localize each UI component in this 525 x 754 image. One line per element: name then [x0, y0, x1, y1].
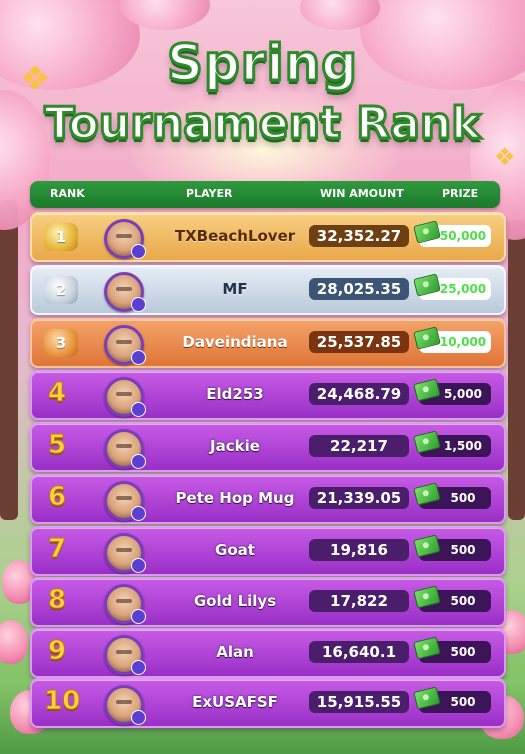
- rank-number: 5: [47, 430, 67, 461]
- tree-trunk-left: [0, 200, 18, 520]
- prize-badge: 500: [413, 534, 491, 561]
- rank-number: 7: [47, 534, 67, 565]
- prize-badge: 25,000: [413, 273, 491, 300]
- prize-value: 5,000: [444, 387, 482, 401]
- leaderboard-row[interactable]: 9 Alan 16,640.1 500: [30, 628, 506, 678]
- win-amount: 25,537.85: [309, 331, 409, 353]
- leaderboard-row[interactable]: 7 Goat 19,816 500: [30, 526, 506, 576]
- win-amount: 22,217: [309, 435, 409, 457]
- prize-badge: 500: [413, 585, 491, 612]
- win-amount: 17,822: [309, 590, 409, 612]
- avatar[interactable]: [104, 219, 146, 259]
- player-name: Gold Lilys: [193, 592, 277, 610]
- vip-badge-icon: [131, 710, 146, 725]
- tulip-flower: [0, 620, 28, 664]
- player-name: Eld253: [206, 385, 264, 403]
- rank-number: 2: [55, 281, 67, 299]
- rank-number: 4: [47, 378, 67, 409]
- prize-value: 10,000: [439, 335, 487, 349]
- avatar[interactable]: [104, 584, 146, 624]
- vip-badge-icon: [131, 506, 146, 521]
- prize-value: 25,000: [439, 282, 487, 296]
- win-amount: 32,352.27: [309, 225, 409, 247]
- leaderboard-header: RANK PLAYER WIN AMOUNT PRIZE: [30, 181, 500, 208]
- prize-badge: 1,500: [413, 430, 491, 457]
- vip-badge-icon: [131, 609, 146, 624]
- win-amount: 16,640.1: [309, 641, 409, 663]
- title-line-2: Tournament Rank: [43, 97, 482, 151]
- prize-badge: 50,000: [413, 220, 491, 247]
- leaderboard-row[interactable]: 10 ExUSAFSF 15,915.55 500: [30, 678, 506, 728]
- vip-badge-icon: [131, 402, 146, 417]
- player-name: Daveindiana: [182, 333, 288, 351]
- title-line-1: Spring: [166, 33, 359, 94]
- prize-value: 50,000: [439, 229, 487, 243]
- bronze-medal-icon: 3: [44, 329, 78, 357]
- vip-badge-icon: [131, 244, 146, 259]
- win-amount: 21,339.05: [309, 487, 409, 509]
- win-amount: 28,025.35: [309, 278, 409, 300]
- rank-number: 3: [55, 334, 67, 352]
- prize-badge: 10,000: [413, 326, 491, 353]
- vip-badge-icon: [131, 660, 146, 675]
- leaderboard-row[interactable]: 8 Gold Lilys 17,822 500: [30, 577, 506, 627]
- rank-number: 9: [47, 636, 67, 667]
- avatar[interactable]: [104, 325, 146, 365]
- prize-badge: 500: [413, 482, 491, 509]
- prize-value: 500: [450, 594, 476, 608]
- vip-badge-icon: [131, 297, 146, 312]
- player-name: Goat: [215, 541, 255, 559]
- prize-badge: 500: [413, 686, 491, 713]
- prize-badge: 5,000: [413, 378, 491, 405]
- leaderboard-row[interactable]: 2 MF 28,025.35 25,000: [30, 265, 506, 315]
- rank-number: 8: [47, 585, 67, 616]
- avatar[interactable]: [104, 635, 146, 675]
- player-name: TXBeachLover: [174, 227, 296, 245]
- avatar[interactable]: [104, 685, 146, 725]
- gold-medal-icon: 1: [44, 223, 78, 251]
- player-name: ExUSAFSF: [192, 693, 278, 711]
- prize-value: 500: [450, 491, 476, 505]
- player-name: Jackie: [210, 437, 260, 455]
- player-name: MF: [222, 280, 248, 298]
- leaderboard-row[interactable]: 4 Eld253 24,468.79 5,000: [30, 370, 506, 420]
- header-prize: PRIZE: [442, 187, 479, 200]
- player-name: Alan: [216, 643, 254, 661]
- leaderboard-row[interactable]: 3 Daveindiana 25,537.85 10,000: [30, 318, 506, 368]
- tree-trunk-right: [508, 220, 525, 520]
- avatar[interactable]: [104, 533, 146, 573]
- header-rank: RANK: [50, 187, 85, 200]
- avatar[interactable]: [104, 377, 146, 417]
- prize-value: 500: [450, 543, 476, 557]
- silver-medal-icon: 2: [44, 276, 78, 304]
- rank-number: 1: [55, 228, 67, 246]
- vip-badge-icon: [131, 558, 146, 573]
- avatar[interactable]: [104, 429, 146, 469]
- win-amount: 15,915.55: [309, 691, 409, 713]
- win-amount: 24,468.79: [309, 383, 409, 405]
- rank-number: 6: [47, 482, 67, 513]
- avatar[interactable]: [104, 272, 146, 312]
- player-name: Pete Hop Mug: [175, 489, 295, 507]
- vip-badge-icon: [131, 350, 146, 365]
- prize-badge: 500: [413, 636, 491, 663]
- prize-value: 500: [450, 645, 476, 659]
- avatar[interactable]: [104, 481, 146, 521]
- rank-number: 10: [43, 686, 81, 717]
- header-win-amount: WIN AMOUNT: [320, 187, 404, 200]
- leaderboard-row[interactable]: 1 TXBeachLover 32,352.27 50,000: [30, 212, 506, 262]
- vip-badge-icon: [131, 454, 146, 469]
- win-amount: 19,816: [309, 539, 409, 561]
- leaderboard-row[interactable]: 5 Jackie 22,217 1,500: [30, 422, 506, 472]
- prize-value: 500: [450, 695, 476, 709]
- prize-value: 1,500: [444, 439, 482, 453]
- leaderboard-row[interactable]: 6 Pete Hop Mug 21,339.05 500: [30, 474, 506, 524]
- header-player: PLAYER: [186, 187, 233, 200]
